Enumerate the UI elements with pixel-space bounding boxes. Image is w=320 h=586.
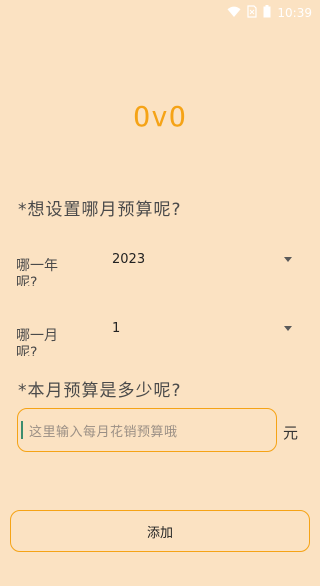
wifi-icon	[227, 3, 241, 22]
currency-unit: 元	[283, 424, 299, 442]
month-value: 1	[112, 320, 121, 336]
status-bar: 10:39	[0, 0, 320, 24]
dropdown-arrow-icon	[284, 325, 292, 331]
month-label: 哪一月呢?	[16, 328, 58, 356]
dropdown-arrow-icon	[284, 256, 292, 262]
year-value: 2023	[112, 251, 146, 267]
text-cursor	[21, 421, 23, 439]
budget-input[interactable]: 这里输入每月花销预算哦	[17, 408, 277, 452]
month-question-label: *想设置哪月预算呢?	[18, 200, 182, 220]
status-icons: 10:39	[227, 3, 312, 22]
year-spinner[interactable]: 2023	[108, 246, 298, 272]
app-logo: OvO	[133, 100, 187, 133]
budget-question-label: *本月预算是多少呢?	[18, 381, 182, 401]
year-label: 哪一年呢?	[16, 258, 58, 286]
battery-icon	[263, 3, 271, 22]
status-time: 10:39	[277, 5, 312, 20]
month-spinner[interactable]: 1	[108, 315, 298, 341]
no-sim-icon	[247, 3, 258, 22]
budget-placeholder: 这里输入每月花销预算哦	[29, 424, 178, 440]
add-button[interactable]: 添加	[10, 510, 310, 552]
